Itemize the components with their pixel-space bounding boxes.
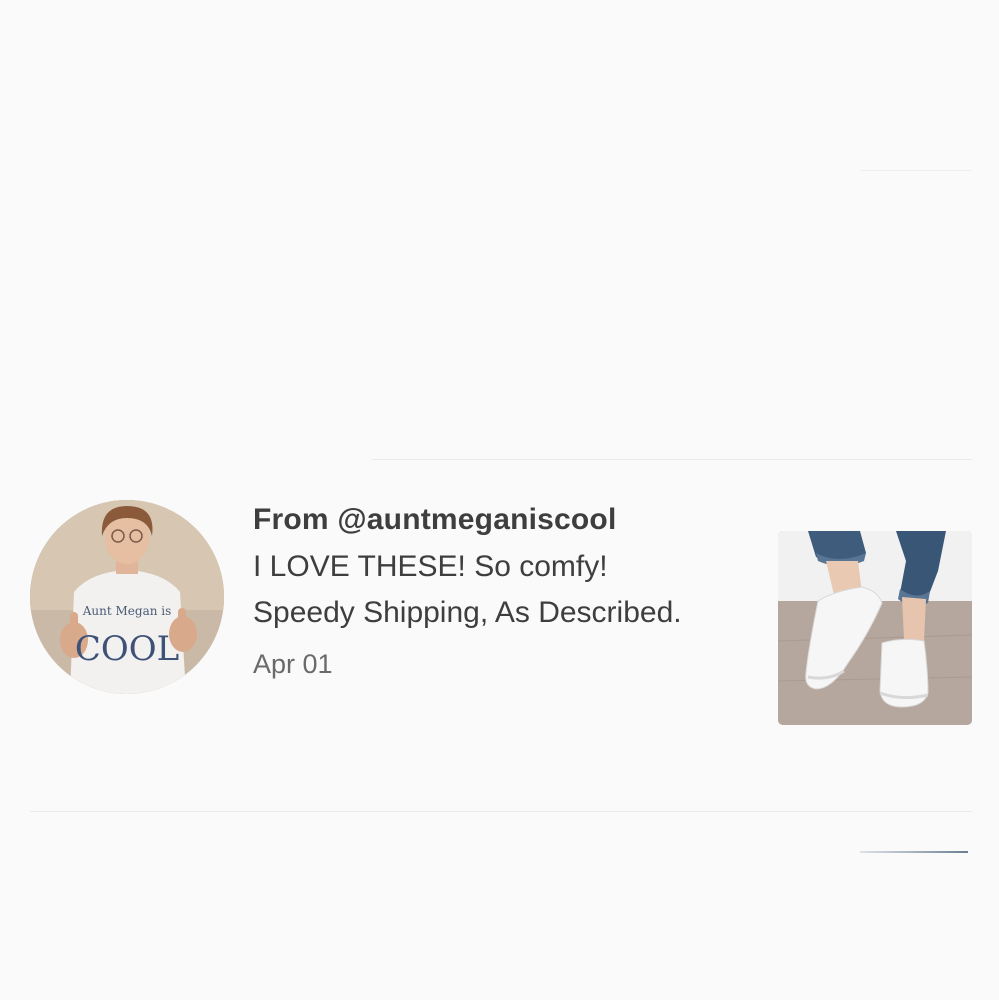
review-author[interactable]: From @auntmeganiscool — [253, 500, 733, 540]
review-text: I LOVE THESE! So comfy! Speedy Shipping,… — [253, 550, 682, 629]
divider — [860, 170, 972, 171]
shirt-text-top: Aunt Megan is — [82, 604, 172, 618]
review-screen: Aunt Megan is COOL From @auntmeganiscool… — [0, 0, 999, 1000]
avatar-photo: Aunt Megan is COOL — [30, 500, 224, 694]
review-item[interactable]: Aunt Megan is COOL From @auntmeganiscool… — [0, 460, 999, 810]
divider — [860, 851, 968, 853]
review-date: Apr 01 — [253, 649, 333, 679]
avatar[interactable]: Aunt Megan is COOL — [30, 500, 224, 694]
product-thumbnail[interactable] — [778, 531, 972, 725]
divider — [30, 811, 972, 812]
shirt-text-main: COOL — [75, 629, 179, 669]
review-content: From @auntmeganiscool I LOVE THESE! So c… — [253, 500, 733, 682]
product-photo — [778, 531, 972, 725]
